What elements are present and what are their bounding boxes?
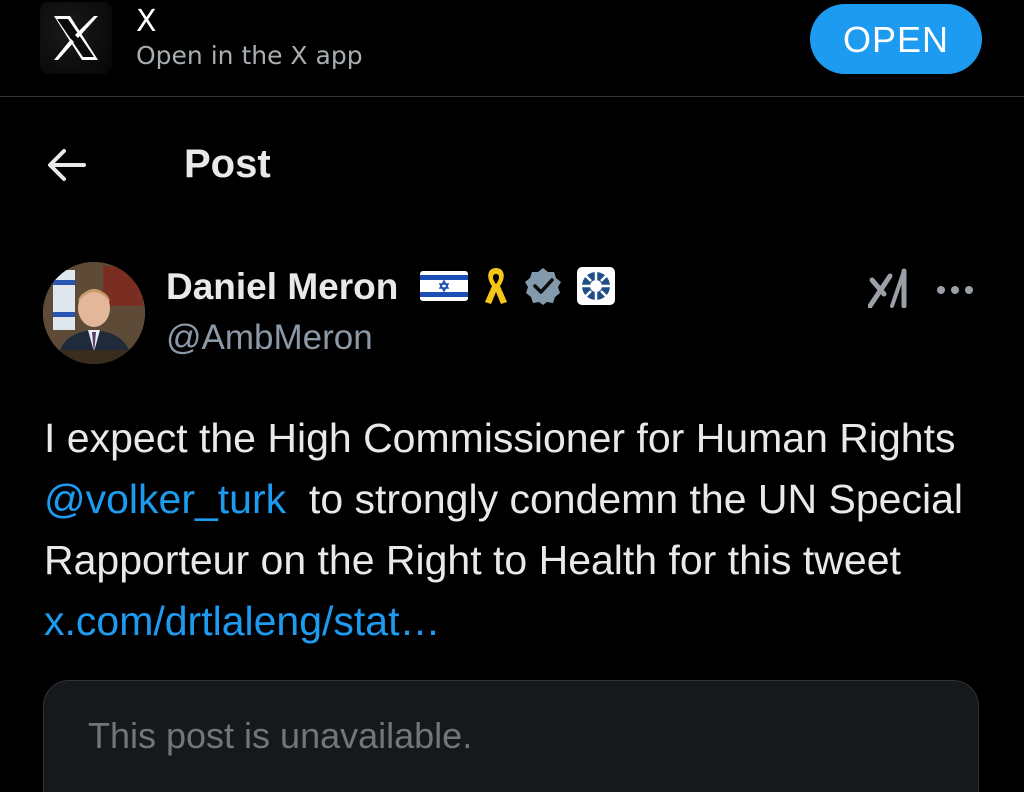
mention-link[interactable]: @volker_turk [44,476,286,522]
verified-badge-icon[interactable] [524,267,562,309]
affiliate-badge-icon[interactable] [576,266,616,310]
page-title: Post [184,142,271,186]
x-logo-icon[interactable] [40,2,112,74]
x-post-page: X Open in the X app OPEN Post Daniel Mer… [0,0,1024,792]
banner-subtitle: Open in the X app [136,41,363,70]
app-open-banner: X Open in the X app OPEN [0,0,1024,97]
grok-icon[interactable] [867,268,914,309]
israel-flag-icon [420,271,468,305]
open-app-button[interactable]: OPEN [810,4,982,74]
avatar[interactable] [43,262,145,364]
url-link[interactable]: x.com/drtlaleng/stat… [44,598,441,644]
post-text-part: I expect the High Commissioner for Human… [44,415,956,461]
banner-app-name: X [136,4,157,39]
more-icon[interactable] [935,282,975,296]
unavailable-message: This post is unavailable. [88,715,473,756]
quoted-post-card: This post is unavailable. [43,680,979,792]
author-handle[interactable]: @AmbMeron [166,318,373,358]
post-text: I expect the High Commissioner for Human… [44,408,994,652]
author-name[interactable]: Daniel Meron [166,266,398,308]
yellow-ribbon-icon [482,266,510,310]
arrow-left-icon[interactable] [44,146,88,184]
author-badges [420,266,616,310]
